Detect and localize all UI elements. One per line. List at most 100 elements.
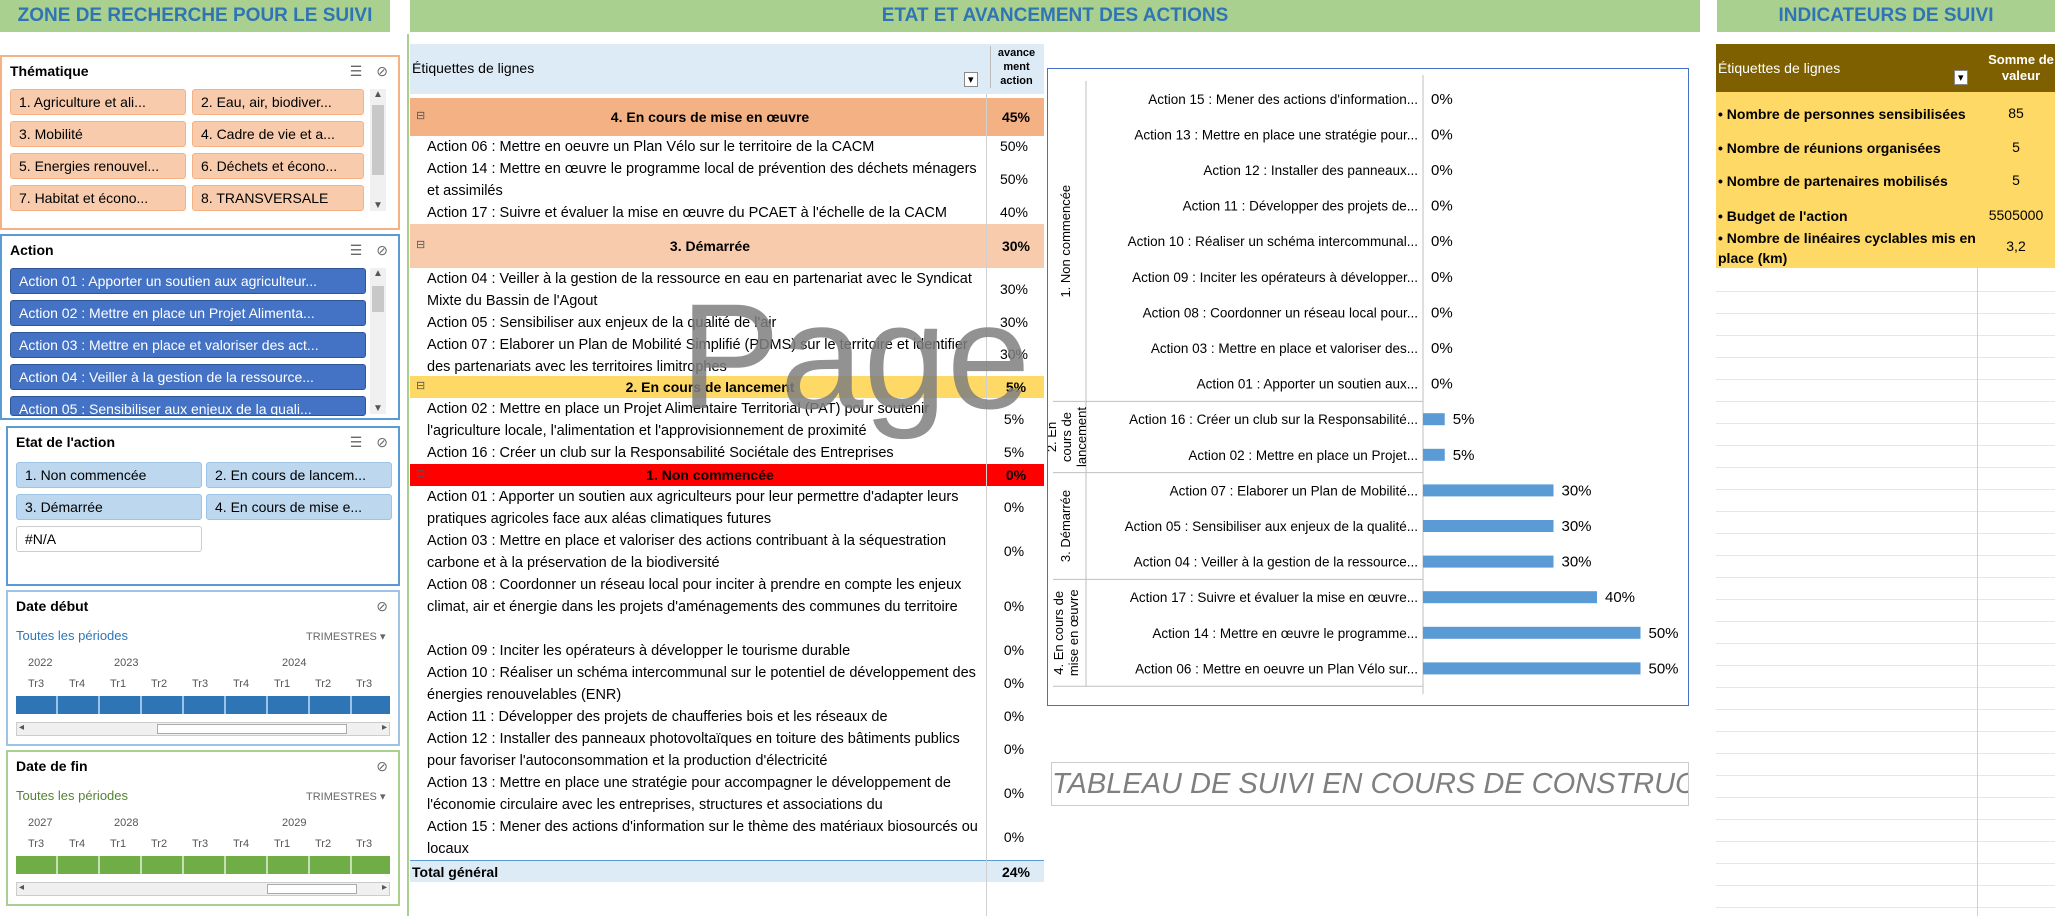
pivot-group-row[interactable]: ⊟ 4. En cours de mise en œuvre 45%: [410, 98, 1044, 136]
quarter-label: Tr3: [192, 838, 209, 850]
filter-icon[interactable]: ▾: [964, 72, 978, 87]
pivot-row-label: Action 16 : Créer un club sur la Respons…: [427, 445, 894, 461]
quarter-label: Tr2: [315, 838, 332, 850]
slicer-item[interactable]: 3. Mobilité: [10, 121, 186, 147]
pivot-row-value: 0%: [1003, 642, 1025, 658]
pivot-area-border: [407, 34, 409, 916]
pivot-row-label: Action 15 : Mener des actions d'informat…: [427, 819, 978, 857]
collapse-icon[interactable]: ⊟: [416, 379, 425, 392]
slicer-item[interactable]: 6. Déchets et écono...: [192, 153, 364, 179]
all-periods-label: Toutes les périodes: [16, 628, 129, 643]
chart-bar: [1423, 626, 1641, 639]
slicer-item[interactable]: 1. Non commencée: [16, 462, 202, 488]
slicer-item[interactable]: 4. Cadre de vie et a...: [192, 121, 364, 147]
slicer-action: Action ☰ ⊘ Action 01 : Apporter un soutie…: [0, 234, 400, 420]
pivot-row-label: Action 14 : Mettre en œuvre le programme…: [427, 161, 977, 199]
slicer-item[interactable]: 1. Agriculture et ali...: [10, 89, 186, 115]
chart-value-label: 0%: [1431, 198, 1453, 215]
quarter-label: Tr4: [233, 678, 250, 690]
timeline-title: Date de fin: [16, 758, 88, 774]
slicer-item[interactable]: 8. TRANSVERSALE: [192, 185, 364, 211]
chart-category-label: Action 14 : Mettre en œuvre le programme…: [1152, 626, 1418, 641]
pivot-row-label: Action 12 : Installer des panneaux photo…: [427, 731, 960, 769]
filter-icon[interactable]: ▾: [1954, 70, 1968, 85]
group-value: 30%: [1001, 238, 1031, 254]
pivot-col-header: avance ment action: [990, 46, 1042, 88]
quarter-label: Tr3: [192, 678, 209, 690]
year-label: 2029: [282, 817, 307, 829]
clear-filter-icon[interactable]: ⊘: [376, 598, 388, 615]
pivot-row-value: 50%: [999, 171, 1029, 187]
indicator-value: 5: [2012, 139, 2020, 155]
slicer-item[interactable]: 4. En cours de mise e...: [206, 494, 392, 520]
chart-category-label: Action 10 : Réaliser un schéma intercomm…: [1128, 234, 1418, 249]
multi-select-icon[interactable]: ☰: [350, 434, 363, 451]
pivot-row-value: 0%: [1003, 741, 1025, 757]
indicator-value: 3,2: [2006, 238, 2026, 254]
scrollbar[interactable]: ▲ ▼: [370, 268, 386, 414]
slicer-item[interactable]: #N/A: [16, 526, 202, 552]
indicator-label: • Nombre de personnes sensibilisées: [1718, 106, 1966, 122]
slicer-item[interactable]: Action 01 : Apporter un soutien aux agri…: [10, 268, 366, 294]
indicator-label: • Nombre de partenaires mobilisés: [1718, 173, 1948, 189]
group-label: 1. Non commencée: [646, 467, 774, 483]
chart-bar: [1423, 413, 1445, 426]
page-watermark: Page: [680, 272, 1031, 440]
collapse-icon[interactable]: ⊟: [416, 467, 425, 480]
timeline-scrollbar[interactable]: ◂ ▸: [16, 882, 390, 896]
timeline-date-fin: Date de fin ⊘ Toutes les périodes TRIMES…: [6, 750, 400, 906]
pivot-row-value: 0%: [1003, 543, 1025, 559]
collapse-icon[interactable]: ⊟: [416, 238, 425, 251]
multi-select-icon[interactable]: ☰: [350, 242, 363, 259]
time-level-dropdown[interactable]: TRIMESTRES ▾: [306, 790, 385, 803]
clear-filter-icon[interactable]: ⊘: [376, 242, 388, 259]
quarter-label: Tr3: [356, 838, 373, 850]
timeline-scrollbar[interactable]: ◂ ▸: [16, 722, 390, 736]
scrollbar[interactable]: ▲ ▼: [370, 89, 386, 211]
pivot-row-label: Action 08 : Coordonner un réseau local p…: [427, 577, 962, 615]
time-level-dropdown[interactable]: TRIMESTRES ▾: [306, 630, 385, 643]
chart-value-label: 5%: [1453, 411, 1475, 428]
slicer-title: Etat de l'action: [16, 434, 116, 450]
slicer-item[interactable]: Action 04 : Veiller à la gestion de la r…: [10, 364, 366, 390]
chart-category-label: Action 08 : Coordonner un réseau local p…: [1143, 305, 1418, 320]
indicator-value: 85: [2008, 105, 2024, 121]
clear-filter-icon[interactable]: ⊘: [376, 434, 388, 451]
year-label: 2028: [114, 817, 139, 829]
timeline-bar[interactable]: [16, 856, 390, 874]
pivot-group-row[interactable]: ⊟ 3. Démarrée 30%: [410, 224, 1044, 268]
slicer-item[interactable]: Action 03 : Mettre en place et valoriser…: [10, 332, 366, 358]
quarter-label: Tr2: [315, 678, 332, 690]
sum-value-header: Somme de valeur: [1988, 52, 2054, 83]
multi-select-icon[interactable]: ☰: [350, 63, 363, 80]
quarter-label: Tr1: [274, 838, 291, 850]
group-label: 4. En cours de mise en œuvre: [610, 109, 810, 125]
quarter-label: Tr3: [356, 678, 373, 690]
chart-value-label: 0%: [1431, 233, 1453, 250]
collapse-icon[interactable]: ⊟: [416, 109, 425, 122]
quarter-label: Tr1: [110, 838, 127, 850]
slicer-item[interactable]: Action 05 : Sensibiliser aux enjeux de l…: [10, 396, 366, 416]
chart-category-label: Action 13 : Mettre en place une stratégi…: [1134, 127, 1418, 142]
slicer-item[interactable]: 3. Démarrée: [16, 494, 202, 520]
chart-value-label: 0%: [1431, 91, 1453, 108]
clear-filter-icon[interactable]: ⊘: [376, 63, 388, 80]
pivot-group-row[interactable]: ⊟ 1. Non commencée 0%: [410, 464, 1044, 486]
chart-value-label: 0%: [1431, 376, 1453, 393]
slicer-thematique: Thématique ☰ ⊘ 1. Agriculture et ali... 2…: [0, 55, 400, 230]
chart-group-label: 3. Démarrée: [1058, 490, 1073, 562]
chart-category-label: Action 11 : Développer des projets de...: [1183, 199, 1418, 214]
quarter-label: Tr2: [151, 838, 168, 850]
pivot-row-value: 50%: [999, 138, 1029, 154]
timeline-bar[interactable]: [16, 696, 390, 714]
chart-bar: [1423, 484, 1554, 497]
chart-value-label: 50%: [1649, 660, 1679, 677]
slicer-item[interactable]: 5. Energies renouvel...: [10, 153, 186, 179]
slicer-item[interactable]: 2. Eau, air, biodiver...: [192, 89, 364, 115]
slicer-title: Action: [10, 242, 54, 258]
clear-filter-icon[interactable]: ⊘: [376, 758, 388, 775]
slicer-item[interactable]: 7. Habitat et écono...: [10, 185, 186, 211]
slicer-item[interactable]: 2. En cours de lancem...: [206, 462, 392, 488]
pivot-row-label: Action 06 : Mettre en oeuvre un Plan Vél…: [427, 139, 875, 155]
slicer-item[interactable]: Action 02 : Mettre en place un Projet Al…: [10, 300, 366, 326]
